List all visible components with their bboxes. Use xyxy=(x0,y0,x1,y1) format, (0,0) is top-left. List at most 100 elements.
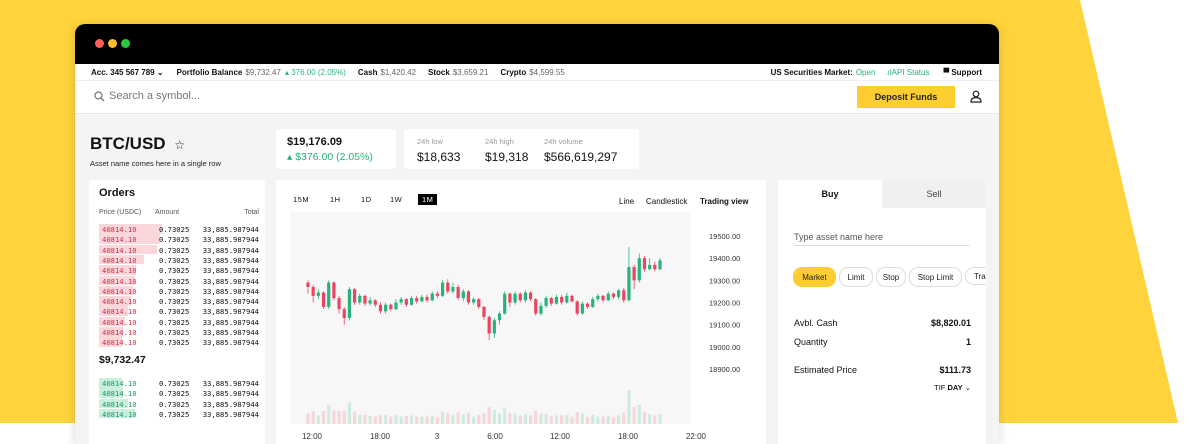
candle-body[interactable] xyxy=(591,299,595,307)
candle-body[interactable] xyxy=(435,293,440,296)
candle-body[interactable] xyxy=(358,295,362,303)
candle-body[interactable] xyxy=(404,299,408,305)
order-type-market[interactable]: Market xyxy=(793,267,836,287)
candle-body[interactable] xyxy=(409,298,414,305)
order-row[interactable]: 40814.10 0.73025 33,885.987944 xyxy=(99,296,259,306)
candle-body[interactable] xyxy=(321,292,326,307)
candle-body[interactable] xyxy=(472,299,476,303)
candle-body[interactable] xyxy=(316,292,320,296)
candle-body[interactable] xyxy=(337,298,341,310)
candle-body[interactable] xyxy=(394,302,398,310)
candle-body[interactable] xyxy=(440,282,445,296)
candle-body[interactable] xyxy=(518,293,522,301)
candle-body[interactable] xyxy=(513,293,517,303)
order-type-stop[interactable]: Stop xyxy=(876,267,906,287)
order-row[interactable]: 40814.10 0.73025 33,885.987944 xyxy=(99,316,259,327)
candle-body[interactable] xyxy=(306,282,310,287)
quantity-value[interactable]: 1 xyxy=(966,337,971,347)
candle-body[interactable] xyxy=(606,293,610,301)
candle-body[interactable] xyxy=(632,267,636,281)
candle-body[interactable] xyxy=(575,301,579,314)
candle-body[interactable] xyxy=(378,304,383,312)
candlestick-chart[interactable]: 19500.00 19400.00 19300.00 19200.00 19100.00… xyxy=(276,180,766,444)
candle-body[interactable] xyxy=(580,303,584,314)
order-row[interactable]: 40814.10 0.73025 33,885.987944 xyxy=(99,265,259,275)
candle-body[interactable] xyxy=(627,267,631,301)
account-selector[interactable]: Acc. 345 567 789 ⌄ xyxy=(91,68,164,77)
candle-body[interactable] xyxy=(347,289,352,319)
order-type-limit[interactable]: Limit xyxy=(839,267,873,287)
close-window-icon[interactable] xyxy=(95,39,104,48)
candle-body[interactable] xyxy=(466,291,471,303)
order-row[interactable]: 40814.10 0.73025 33,885.987944 xyxy=(99,337,259,347)
candle-body[interactable] xyxy=(503,293,507,314)
order-row[interactable]: 40814.10 0.73025 33,885.987944 xyxy=(99,275,259,286)
candle-body[interactable] xyxy=(653,264,657,270)
candle-body[interactable] xyxy=(616,290,621,297)
order-row[interactable]: 40814.10 0.73025 33,885.987944 xyxy=(99,285,259,296)
tab-sell[interactable]: Sell xyxy=(882,180,986,208)
search-input[interactable]: Search a symbol... xyxy=(109,90,200,102)
candle-body[interactable] xyxy=(622,290,626,301)
candle-body[interactable] xyxy=(384,304,388,312)
tab-buy[interactable]: Buy xyxy=(778,180,882,208)
candle-body[interactable] xyxy=(637,258,641,281)
candle-body[interactable] xyxy=(560,296,564,303)
candle-body[interactable] xyxy=(477,299,481,307)
candle-body[interactable] xyxy=(332,282,336,299)
order-row[interactable]: 40814.10 0.73025 33,885.987944 xyxy=(99,388,259,398)
tif-selector[interactable]: TIF DAY ⌄ xyxy=(934,383,971,392)
asset-name-input[interactable]: Type asset name here xyxy=(794,232,970,246)
candle-body[interactable] xyxy=(565,295,569,303)
candle-body[interactable] xyxy=(368,300,372,304)
candle-body[interactable] xyxy=(420,296,424,302)
candle-body[interactable] xyxy=(363,295,367,304)
candle-body[interactable] xyxy=(487,316,491,334)
order-type-stop-limit[interactable]: Stop Limit xyxy=(909,267,962,287)
order-row[interactable]: 40814.10 0.73025 33,885.987944 xyxy=(99,408,259,419)
candle-body[interactable] xyxy=(456,286,460,299)
candle-body[interactable] xyxy=(658,260,662,270)
candle-body[interactable] xyxy=(497,313,502,321)
minimize-window-icon[interactable] xyxy=(108,39,117,48)
candle-body[interactable] xyxy=(482,306,486,317)
candle-body[interactable] xyxy=(570,295,574,302)
candle-body[interactable] xyxy=(601,295,605,301)
candle-body[interactable] xyxy=(342,309,346,319)
candle-body[interactable] xyxy=(373,300,377,305)
candle-body[interactable] xyxy=(451,286,455,292)
candle-body[interactable] xyxy=(523,292,528,301)
order-row[interactable]: 40814.10 0.73025 33,885.987944 xyxy=(99,327,259,337)
support-link[interactable]: ▀ Support xyxy=(943,68,982,77)
order-type-tra[interactable]: Tra xyxy=(965,267,986,285)
candle-body[interactable] xyxy=(642,258,647,270)
candle-body[interactable] xyxy=(539,305,543,314)
candle-body[interactable] xyxy=(554,296,559,304)
candle-body[interactable] xyxy=(508,293,512,303)
api-status-link[interactable]: .ılAPI Status xyxy=(885,68,929,77)
candle-body[interactable] xyxy=(544,298,548,306)
order-row[interactable]: 40814.10 0.73025 33,885.987944 xyxy=(99,244,259,255)
candle-body[interactable] xyxy=(446,282,450,292)
candle-body[interactable] xyxy=(585,303,590,307)
candle-body[interactable] xyxy=(327,282,331,307)
candle-body[interactable] xyxy=(648,264,652,270)
candle-body[interactable] xyxy=(596,295,600,300)
candle-body[interactable] xyxy=(528,292,533,300)
user-icon[interactable] xyxy=(970,90,982,103)
order-row[interactable]: 40814.10 0.73025 33,885.987944 xyxy=(99,378,259,388)
candle-body[interactable] xyxy=(492,320,496,334)
order-row[interactable]: 40814.10 0.73025 33,885.987944 xyxy=(99,398,259,409)
candle-body[interactable] xyxy=(461,291,465,299)
maximize-window-icon[interactable] xyxy=(121,39,130,48)
candle-body[interactable] xyxy=(399,299,403,303)
candle-body[interactable] xyxy=(352,289,357,303)
candle-body[interactable] xyxy=(415,298,419,302)
candle-body[interactable] xyxy=(425,296,429,301)
candle-body[interactable] xyxy=(611,293,616,297)
star-icon[interactable]: ☆ xyxy=(174,138,185,152)
order-row[interactable]: 40814.10 0.73025 33,885.987944 xyxy=(99,224,259,234)
order-row[interactable]: 40814.10 0.73025 33,885.987944 xyxy=(99,306,259,316)
deposit-funds-button[interactable]: Deposit Funds xyxy=(857,86,955,108)
candle-body[interactable] xyxy=(534,299,538,314)
